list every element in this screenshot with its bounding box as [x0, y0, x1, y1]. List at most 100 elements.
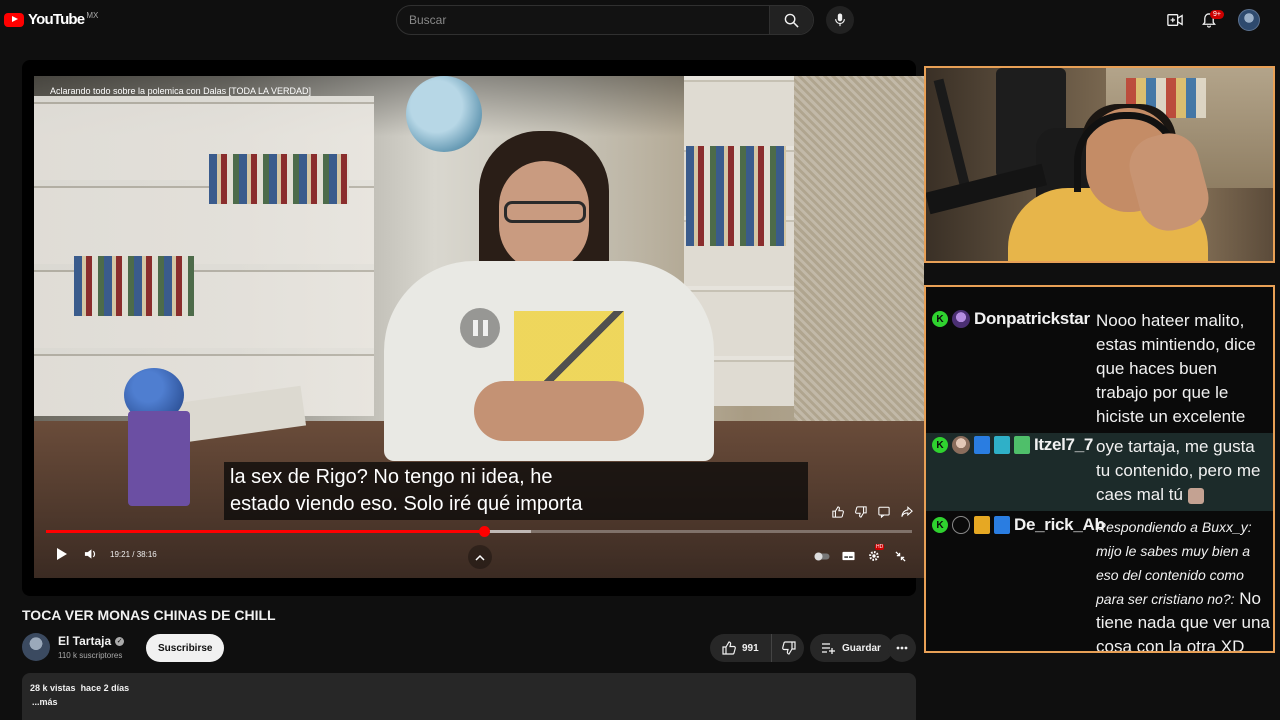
- kick-badge-icon: K: [932, 311, 948, 327]
- kick-badge-icon: K: [932, 437, 948, 453]
- chat-meta: K De_rick_Ab: [926, 513, 1105, 651]
- microphone-icon: [835, 13, 845, 27]
- description-box[interactable]: 28 k vistas hace 2 días ...más: [22, 673, 916, 720]
- chat-text-body: oye tartaja, me gusta tu contenido, pero…: [1096, 437, 1261, 504]
- chat-reply-text: Respondiendo a Buxx_y: mijo le sabes muy…: [1096, 519, 1252, 607]
- subscribe-button[interactable]: Suscribirse: [146, 634, 225, 662]
- channel-avatar[interactable]: [22, 633, 50, 661]
- playlist-add-icon: [822, 642, 835, 654]
- video-player[interactable]: Aclarando todo sobre la polemica con Dal…: [34, 76, 924, 578]
- logo-region: MX: [86, 11, 99, 20]
- pause-indicator: [460, 308, 500, 348]
- video-overlay-title: Aclarando todo sobre la polemica con Dal…: [50, 86, 311, 96]
- time-current: 19:21: [110, 549, 131, 559]
- sub-badge-icon: [994, 516, 1010, 534]
- chat-text: Respondiendo a Buxx_y: mijo le sabes muy…: [1096, 513, 1271, 651]
- account-avatar[interactable]: [1238, 9, 1260, 31]
- chat-meta: K Donpatrickstar: [926, 309, 1096, 431]
- search-icon: [784, 13, 799, 28]
- chat-message: K Itzel7_7 oye tartaja, me gusta tu cont…: [926, 433, 1273, 511]
- video-scene-books: [209, 154, 349, 204]
- more-actions-button[interactable]: [888, 634, 916, 662]
- hd-badge: HD: [875, 544, 885, 550]
- channel-name-row[interactable]: El Tartaja ✓: [58, 634, 125, 648]
- progress-scrubber[interactable]: [478, 526, 490, 537]
- time-total: 38:16: [136, 549, 157, 559]
- gear-icon: [869, 551, 879, 561]
- share-icon: [901, 506, 913, 517]
- play-icon: [57, 548, 67, 560]
- description-more-link[interactable]: ...más: [30, 697, 908, 707]
- subscriber-count: 110 k suscriptores: [58, 651, 123, 660]
- like-button[interactable]: 991: [710, 634, 772, 662]
- voice-search-button[interactable]: [826, 6, 854, 34]
- chat-username: De_rick_Ab: [1014, 515, 1105, 534]
- kick-badge-icon: K: [932, 517, 948, 533]
- player-dislike-button[interactable]: [853, 504, 869, 520]
- thumbs-down-icon: [855, 506, 867, 518]
- expand-chapters-button[interactable]: [468, 545, 492, 569]
- emote-badge-icon: [1014, 436, 1030, 454]
- video-title: TOCA VER MONAS CHINAS DE CHILL: [22, 607, 276, 623]
- collapse-icon: [894, 550, 906, 562]
- subtitles-icon: [841, 551, 855, 561]
- streamer-webcam-overlay: [924, 66, 1275, 263]
- logo-text: YouTube: [28, 11, 85, 28]
- user-avatar: [952, 516, 970, 534]
- controls-left: 19:21 / 38:16: [54, 546, 157, 562]
- emote-icon: [1187, 487, 1204, 504]
- more-horizontal-icon: [896, 646, 908, 650]
- thumbs-up-icon: [722, 641, 736, 655]
- top-bar: YouTube MX 9+: [0, 0, 1280, 40]
- chat-message: K Donpatrickstar Nooo hateer malito, est…: [926, 309, 1273, 450]
- view-count: 28 k vistas: [30, 683, 76, 693]
- thumbs-down-icon: [781, 641, 796, 655]
- search-button[interactable]: [769, 6, 813, 34]
- settings-button[interactable]: HD: [866, 544, 885, 564]
- thumbs-up-icon: [832, 506, 844, 518]
- autoplay-toggle-icon: [814, 552, 830, 560]
- time-separator: /: [132, 549, 135, 559]
- player-share-button[interactable]: [899, 504, 915, 520]
- upload-date: hace 2 días: [80, 683, 130, 693]
- verified-icon: ✓: [115, 636, 125, 646]
- dislike-button[interactable]: [772, 634, 806, 662]
- user-avatar: [952, 436, 970, 454]
- youtube-logo[interactable]: YouTube MX: [4, 11, 98, 28]
- save-label: Guardar: [842, 642, 881, 654]
- youtube-play-icon: [4, 12, 24, 27]
- play-button[interactable]: [54, 546, 70, 562]
- like-count: 991: [742, 642, 759, 654]
- video-scene-wall: [794, 76, 924, 476]
- progress-played: [46, 530, 485, 533]
- user-avatar: [952, 310, 970, 328]
- autoplay-toggle[interactable]: [814, 548, 830, 564]
- chat-meta: K Itzel7_7: [926, 433, 1096, 511]
- video-scene-person: [364, 131, 744, 461]
- create-button[interactable]: [1165, 10, 1185, 30]
- create-video-icon: [1167, 14, 1183, 26]
- chat-username: Donpatrickstar: [974, 309, 1090, 328]
- volume-button[interactable]: [82, 546, 98, 562]
- subtitles-button[interactable]: [840, 548, 856, 564]
- search-input[interactable]: [397, 6, 769, 34]
- volume-icon: [84, 549, 95, 559]
- chevron-up-icon: [475, 554, 485, 561]
- like-dislike-group: 991: [710, 634, 804, 662]
- player-like-button[interactable]: [830, 504, 846, 520]
- caption-line-1: la sex de Rigo? No tengo ni idea, he: [230, 466, 553, 488]
- save-button[interactable]: Guardar: [810, 634, 893, 662]
- chat-text: Nooo hateer malito, estas mintiendo, dic…: [1096, 311, 1256, 450]
- progress-bar[interactable]: [46, 526, 912, 537]
- caption-line-2: estado viendo eso. Solo iré qué importa: [230, 493, 583, 515]
- video-scene-books: [74, 256, 194, 316]
- channel-name[interactable]: El Tartaja: [58, 634, 111, 648]
- comment-icon: [878, 506, 890, 518]
- chat-message: K De_rick_Ab Respondiendo a Buxx_y: mijo…: [926, 513, 1273, 651]
- chat-clipped-row: [926, 287, 1273, 295]
- miniplayer-button[interactable]: [892, 548, 908, 564]
- stream-chat-overlay: K Donpatrickstar Nooo hateer malito, est…: [924, 285, 1275, 653]
- player-comments-button[interactable]: [876, 504, 892, 520]
- controls-right: HD: [814, 544, 908, 564]
- search-box: [396, 5, 814, 35]
